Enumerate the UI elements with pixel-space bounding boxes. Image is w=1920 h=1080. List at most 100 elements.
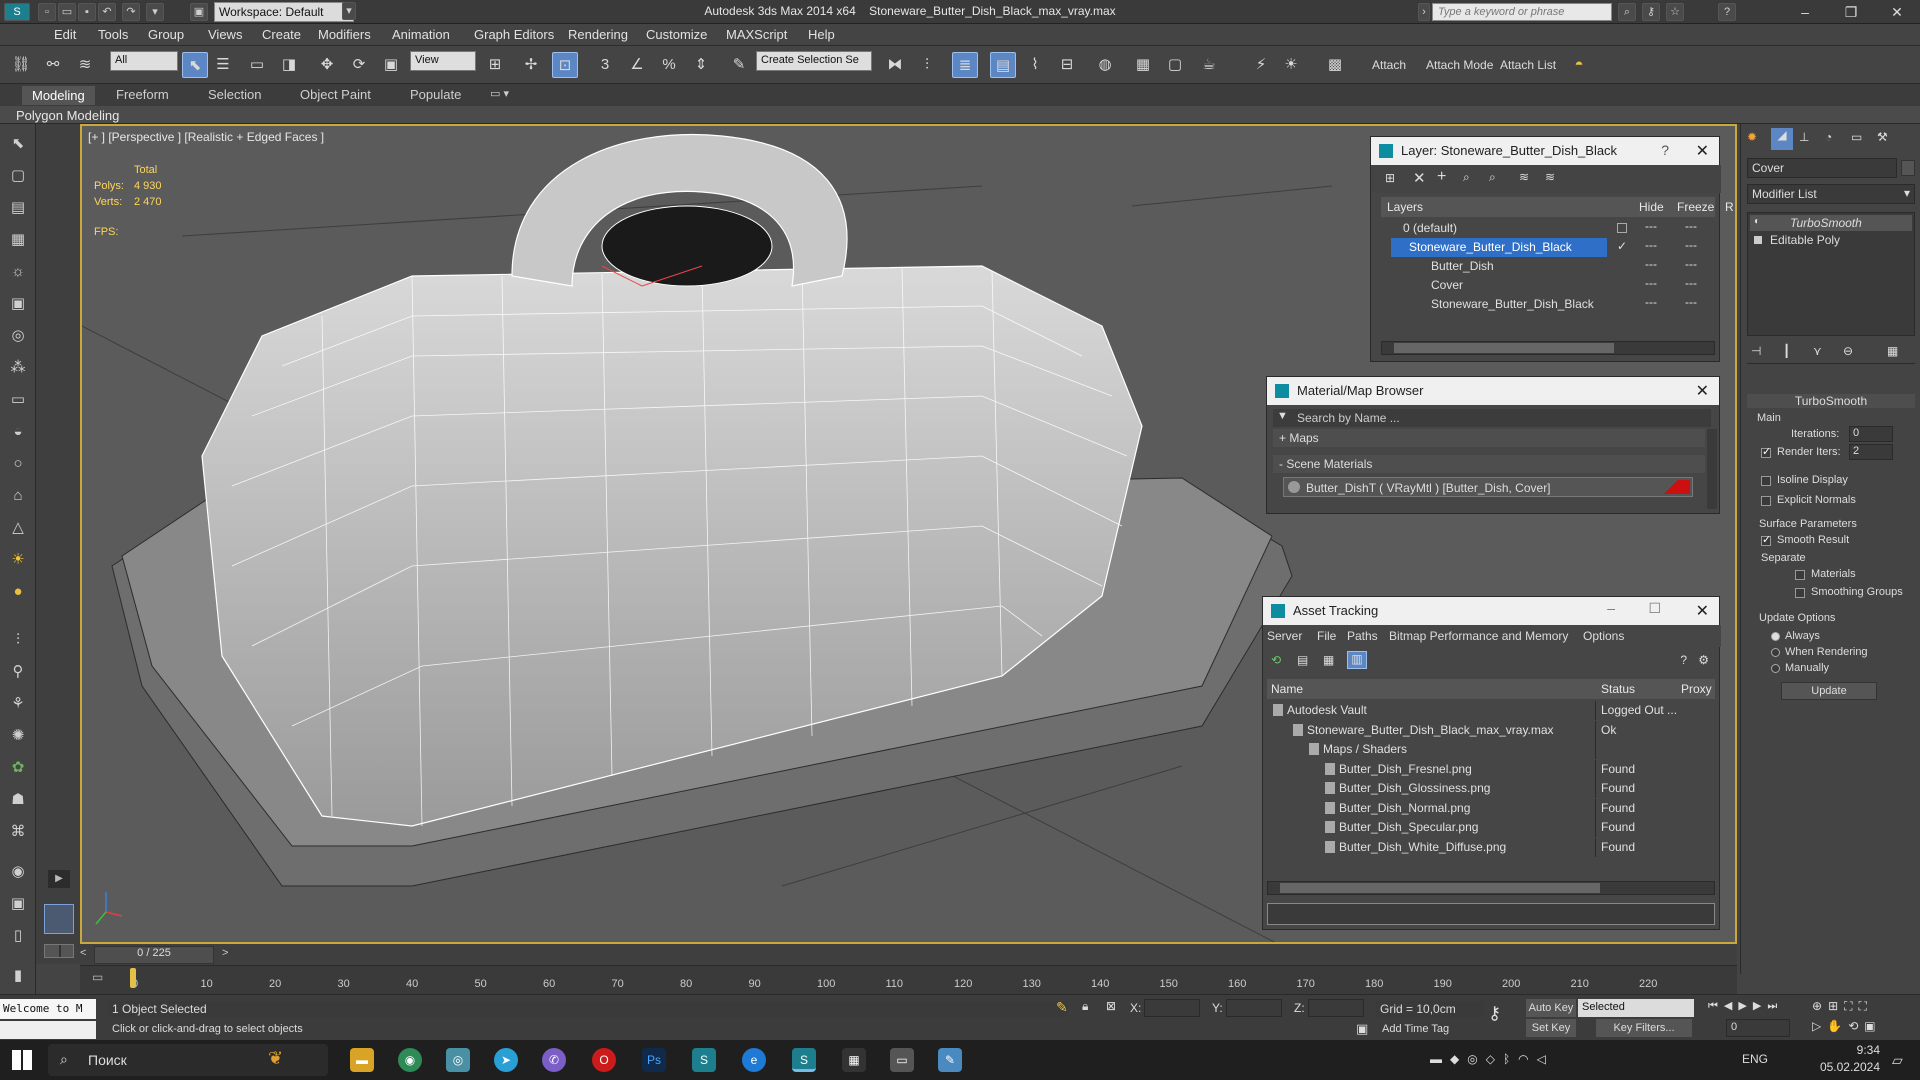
- display-icon[interactable]: ▢: [6, 164, 30, 188]
- menu-modifiers[interactable]: Modifiers: [318, 27, 371, 42]
- spinner-snap-icon[interactable]: ⇕: [688, 52, 714, 78]
- tab-freeform[interactable]: Freeform: [116, 87, 169, 102]
- layer-row[interactable]: Stoneware_Butter_Dish_Black ✓ --- ---: [1381, 238, 1715, 257]
- taskbar-search[interactable]: ⌕ Поиск ❦: [48, 1044, 328, 1076]
- freeze-dash[interactable]: ---: [1685, 276, 1697, 290]
- sun-light-icon[interactable]: ☀: [1278, 52, 1304, 78]
- attach-mode-button[interactable]: Attach Mode: [1426, 58, 1493, 72]
- project-folder-icon[interactable]: ▣: [190, 3, 208, 21]
- play-icon[interactable]: ▶: [1738, 1000, 1752, 1012]
- smooth-result-checkbox[interactable]: [1761, 533, 1771, 546]
- hierarchy-tab-icon[interactable]: ⊥: [1799, 130, 1809, 144]
- workspace-dropdown[interactable]: Workspace: Default: [214, 2, 354, 22]
- highlight-layer-icon[interactable]: ⌕: [1489, 170, 1496, 185]
- particles-icon[interactable]: ⁂: [6, 356, 30, 380]
- tab-modeling[interactable]: Modeling: [22, 86, 95, 105]
- material-browser-title-bar[interactable]: Material/Map Browser ✕: [1267, 377, 1719, 405]
- render-iters-spinner[interactable]: 2: [1849, 444, 1893, 460]
- light-icon[interactable]: ☼: [6, 260, 30, 284]
- bind-space-warp-icon[interactable]: ≋: [72, 52, 98, 78]
- key-filters-button[interactable]: Key Filters...: [1596, 1019, 1692, 1037]
- manually-radio[interactable]: [1771, 664, 1780, 673]
- curve-editor-icon[interactable]: ⌇: [1022, 52, 1048, 78]
- asset-row[interactable]: Butter_Dish_Fresnel.png Found: [1267, 759, 1715, 779]
- make-unique-icon[interactable]: ⋎: [1813, 344, 1822, 358]
- goto-end-icon[interactable]: ⏭: [1767, 1000, 1783, 1012]
- hide-dash[interactable]: ---: [1645, 257, 1657, 271]
- motion-tab-icon[interactable]: ◔: [1825, 130, 1832, 144]
- rect-selection-icon[interactable]: ▭: [244, 52, 270, 78]
- camera-icon[interactable]: ▣: [6, 292, 30, 316]
- menu-help[interactable]: Help: [808, 27, 835, 42]
- file-explorer-icon[interactable]: ▬: [350, 1048, 374, 1072]
- close-icon[interactable]: ✕: [1696, 381, 1709, 401]
- minimize-icon[interactable]: –: [1607, 600, 1615, 616]
- redo-icon[interactable]: ↷: [122, 3, 140, 21]
- turbosmooth-rollout-header[interactable]: TurboSmooth: [1747, 394, 1915, 408]
- render-setup-icon[interactable]: ▦: [1130, 52, 1156, 78]
- close-icon[interactable]: ✕: [1696, 601, 1709, 621]
- material-vscrollbar[interactable]: [1707, 429, 1717, 509]
- next-key-icon[interactable]: ▶: [1753, 1000, 1767, 1012]
- tray-bluetooth-icon[interactable]: ᛒ: [1503, 1052, 1518, 1066]
- material-search-input[interactable]: Search by Name ...: [1297, 411, 1400, 425]
- asset-row[interactable]: Maps / Shaders: [1267, 740, 1715, 759]
- menu-tools[interactable]: Tools: [98, 27, 128, 42]
- isoline-display-checkbox[interactable]: [1761, 476, 1771, 486]
- hide-dash[interactable]: ---: [1645, 219, 1657, 233]
- tray-wifi-icon[interactable]: ◠: [1518, 1052, 1536, 1066]
- named-selection-dropdown[interactable]: Create Selection Se: [756, 51, 872, 71]
- asset-row[interactable]: Butter_Dish_White_Diffuse.png Found: [1267, 837, 1715, 857]
- bulb-icon[interactable]: ◐: [1754, 216, 1760, 227]
- select-in-layer-icon[interactable]: ⌕: [1463, 170, 1470, 185]
- help-icon[interactable]: ?: [1661, 142, 1669, 158]
- minimize-icon[interactable]: –: [1782, 0, 1828, 24]
- layer-row[interactable]: Stoneware_Butter_Dish_Black --- ---: [1381, 295, 1715, 314]
- save-file-icon[interactable]: ▪: [78, 3, 96, 21]
- help-icon[interactable]: ?: [1718, 3, 1736, 21]
- key-mode-icon[interactable]: ⚷: [1488, 1003, 1501, 1024]
- cloth-icon[interactable]: ⌘: [6, 820, 30, 844]
- asset-row[interactable]: Autodesk Vault Logged Out ...: [1267, 701, 1715, 720]
- graphite-toggle-icon[interactable]: ▤: [990, 52, 1016, 78]
- when-rendering-radio[interactable]: [1771, 648, 1780, 657]
- stack-item[interactable]: ◐ TurboSmooth: [1750, 215, 1912, 231]
- plant-icon[interactable]: ✿: [6, 756, 30, 780]
- delete-layer-icon[interactable]: ✕: [1413, 169, 1426, 187]
- app-icon[interactable]: ◎: [446, 1048, 470, 1072]
- key-mode-dropdown[interactable]: Selected: [1578, 999, 1694, 1017]
- material-editor-icon[interactable]: ◍: [1092, 52, 1118, 78]
- chevron-down-icon[interactable]: ▾: [342, 2, 356, 20]
- next-frame-icon[interactable]: >: [222, 947, 228, 959]
- current-frame-marker[interactable]: [130, 968, 136, 988]
- col-layers[interactable]: Layers: [1387, 200, 1423, 214]
- help-icon[interactable]: ?: [1680, 653, 1687, 667]
- chrome-icon[interactable]: ◉: [398, 1048, 422, 1072]
- percent-snap-icon[interactable]: %: [656, 52, 682, 78]
- col-name[interactable]: Name: [1271, 682, 1303, 696]
- always-radio[interactable]: [1771, 632, 1780, 641]
- reference-coord-dropdown[interactable]: View: [410, 51, 476, 71]
- x-coord-field[interactable]: [1144, 999, 1200, 1017]
- asset-tracking-title-bar[interactable]: Asset Tracking – ☐ ✕: [1263, 597, 1719, 625]
- menu-edit[interactable]: Edit: [54, 27, 76, 42]
- viber-icon[interactable]: ✆: [542, 1048, 566, 1072]
- helper-icon[interactable]: ◎: [6, 324, 30, 348]
- omni-light-icon[interactable]: ●: [6, 580, 30, 604]
- col-status[interactable]: Status: [1601, 682, 1635, 696]
- hat-icon[interactable]: ◓: [1566, 52, 1592, 78]
- isolate-pin-icon[interactable]: ✎: [1056, 999, 1068, 1016]
- cone-icon[interactable]: △: [6, 516, 30, 540]
- menu-customize[interactable]: Customize: [646, 27, 707, 42]
- tray-app-icon[interactable]: ◆: [1450, 1052, 1467, 1066]
- align-icon[interactable]: ⫶: [914, 52, 940, 78]
- col-r[interactable]: R: [1725, 200, 1734, 214]
- scale-icon[interactable]: ▣: [378, 52, 404, 78]
- app-logo-icon[interactable]: S: [4, 3, 30, 21]
- biped-icon[interactable]: ⚘: [6, 692, 30, 716]
- rotate-icon[interactable]: ⟳: [346, 52, 372, 78]
- select-object-icon[interactable]: ⬉: [182, 52, 208, 78]
- task-view-icon[interactable]: ▦: [842, 1048, 866, 1072]
- hold-icon[interactable]: ▾: [146, 3, 164, 21]
- freeze-dash[interactable]: ---: [1685, 257, 1697, 271]
